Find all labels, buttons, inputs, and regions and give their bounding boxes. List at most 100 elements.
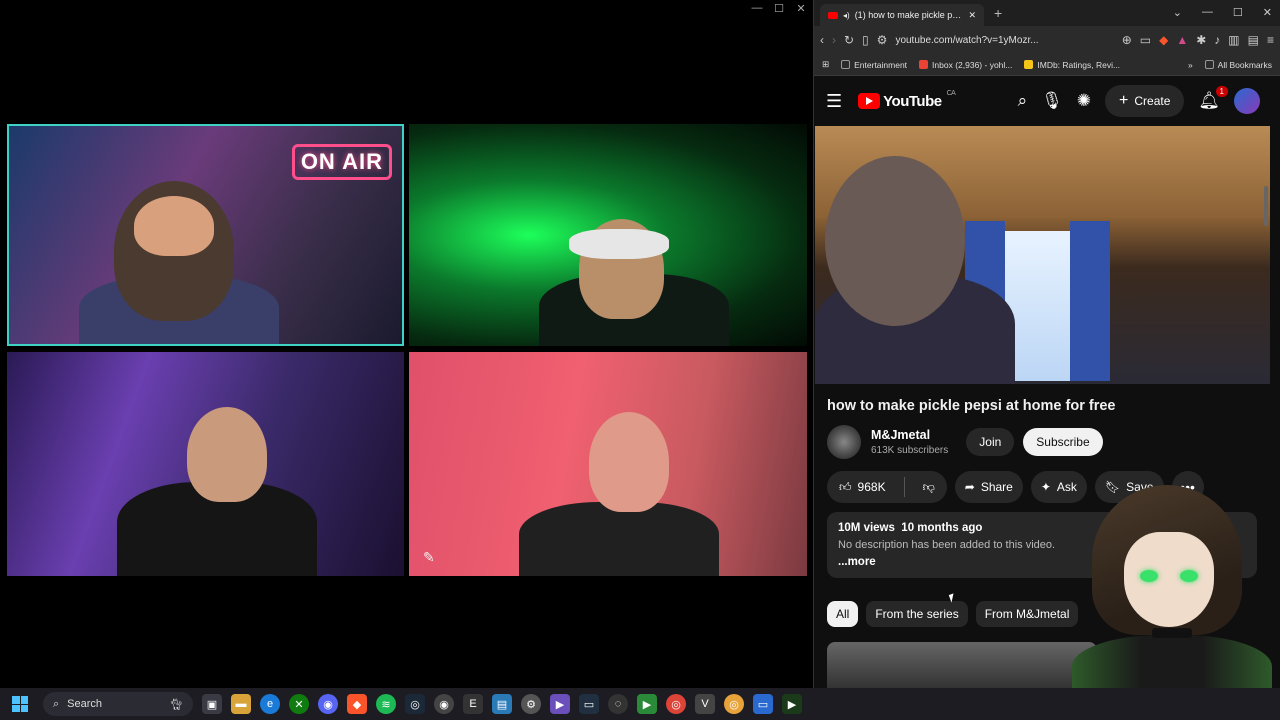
participant-tile-1[interactable]: ON AIR: [7, 124, 404, 346]
forward-icon[interactable]: ›: [832, 33, 836, 47]
youtube-logo[interactable]: YouTube CA: [858, 90, 956, 110]
bookmark-imdb[interactable]: IMDb: Ratings, Revi...: [1024, 60, 1120, 70]
thumbs-down-icon: 👎︎: [922, 479, 935, 494]
vtuber-body: [1072, 635, 1272, 688]
tab-bar: ◂) (1) how to make pickle pepsi ✕ + ⌄ — …: [814, 0, 1280, 26]
participant-3-head: [187, 407, 267, 502]
bookmark-icon[interactable]: ▯: [862, 33, 869, 47]
streamer-app-icon[interactable]: ▶: [782, 694, 802, 714]
epic-games-icon[interactable]: E: [463, 694, 483, 714]
microphone-icon[interactable]: 🎙︎: [1041, 91, 1063, 111]
spotify-icon[interactable]: ≋: [376, 694, 396, 714]
channel-name[interactable]: M&Jmetal: [871, 428, 948, 442]
hamburger-menu-icon[interactable]: ☰: [826, 91, 842, 112]
chip-from-the-series[interactable]: From the series: [866, 601, 968, 627]
apps-icon[interactable]: ⊞: [822, 59, 829, 70]
search-icon[interactable]: ⌕: [1018, 91, 1028, 111]
chip-all[interactable]: All: [827, 601, 859, 627]
thumbs-up-icon: 👍︎: [839, 479, 852, 494]
recommended-video-thumbnail[interactable]: [827, 642, 1097, 688]
avatar[interactable]: [1234, 88, 1260, 114]
participant-tile-2[interactable]: [409, 124, 807, 346]
tab-close-icon[interactable]: ✕: [968, 10, 976, 21]
zoom-icon[interactable]: ⊕: [1122, 33, 1132, 47]
brave-shield-icon[interactable]: ◆: [1159, 33, 1168, 47]
participant-tile-4[interactable]: ✎: [409, 352, 807, 576]
minimize-icon[interactable]: —: [1202, 6, 1213, 19]
dislike-button[interactable]: 👎︎: [911, 471, 947, 503]
discord-icon[interactable]: ◉: [318, 694, 338, 714]
browser-tab-active[interactable]: ◂) (1) how to make pickle pepsi ✕: [820, 4, 984, 26]
edge-icon[interactable]: e: [260, 694, 280, 714]
url-field[interactable]: youtube.com/watch?v=1yMozr...: [895, 35, 1113, 46]
chrome-icon[interactable]: ◎: [666, 694, 686, 714]
browser-window-controls: ⌄ — ☐ ✕: [1173, 6, 1272, 19]
video-editor-icon[interactable]: ▶: [550, 694, 570, 714]
join-button[interactable]: Join: [966, 428, 1015, 456]
folder-icon: [1204, 60, 1214, 69]
channel-avatar[interactable]: [827, 425, 861, 459]
subscribe-button[interactable]: Subscribe: [1023, 428, 1103, 456]
brave-icon[interactable]: ◆: [347, 694, 367, 714]
notifications-button[interactable]: 🔔︎ 1: [1198, 86, 1228, 111]
video-call-window: — ☐ ✕ ON AIR ✎: [0, 0, 813, 688]
notepad-icon[interactable]: ▤: [492, 694, 512, 714]
all-bookmarks[interactable]: All Bookmarks: [1204, 60, 1272, 70]
participant-1-face: [134, 196, 214, 256]
reload-icon[interactable]: ↻: [844, 33, 854, 47]
extensions-icon[interactable]: ✱: [1196, 33, 1206, 47]
menu-icon[interactable]: ≡: [1267, 33, 1274, 47]
app-window-icon[interactable]: ▭: [753, 694, 773, 714]
call-window-controls: — ☐ ✕: [751, 2, 807, 15]
steam-icon[interactable]: ◎: [405, 694, 425, 714]
site-info-icon[interactable]: ⚙: [877, 33, 888, 47]
close-icon[interactable]: ✕: [795, 2, 807, 15]
media-icon[interactable]: ♪: [1214, 33, 1220, 47]
participant-tile-3[interactable]: [7, 352, 404, 576]
scrollbar[interactable]: [1264, 186, 1268, 226]
youtube-play-icon: [858, 93, 881, 109]
vtuber-face: [1124, 532, 1214, 627]
minimize-icon[interactable]: —: [751, 2, 763, 15]
chrome-canary-icon[interactable]: ◎: [724, 694, 744, 714]
sidebar-icon[interactable]: ▥: [1228, 33, 1239, 47]
cast-icon[interactable]: ▭: [1140, 33, 1151, 47]
gemini-icon[interactable]: ✺: [1077, 91, 1091, 111]
create-button[interactable]: + Create: [1105, 85, 1185, 117]
new-tab-icon[interactable]: +: [994, 5, 1002, 21]
speaker-icon[interactable]: ◂): [843, 11, 850, 20]
youtube-header-actions: ⌕ 🎙︎ ✺ + Create 🔔︎ 1: [1018, 85, 1260, 117]
address-bar: ‹ › ↻ ▯ ⚙ youtube.com/watch?v=1yMozr... …: [814, 26, 1280, 54]
share-button[interactable]: ➦ Share: [954, 471, 1023, 503]
bookmark-entertainment[interactable]: Entertainment: [841, 60, 907, 70]
task-view-icon[interactable]: ▣: [202, 694, 222, 714]
file-explorer-icon[interactable]: ▬: [231, 694, 251, 714]
close-icon[interactable]: ✕: [1263, 6, 1272, 19]
back-icon[interactable]: ‹: [820, 33, 824, 47]
terminal-icon[interactable]: ▭: [579, 694, 599, 714]
media-player-icon[interactable]: ▶: [637, 694, 657, 714]
windows-start-icon[interactable]: [12, 696, 28, 712]
gmail-icon: [919, 60, 929, 69]
bookmarks-overflow-icon[interactable]: »: [1188, 60, 1193, 70]
like-button[interactable]: 👍︎ 968K: [827, 471, 898, 503]
vtuber-avatar-overlay: [1062, 480, 1280, 688]
maximize-icon[interactable]: ☐: [773, 2, 785, 15]
rewards-icon[interactable]: ▲: [1176, 33, 1188, 47]
vtube-studio-icon[interactable]: V: [695, 694, 715, 714]
obs-icon[interactable]: ◉: [434, 694, 454, 714]
participant-2-headset: [569, 229, 669, 259]
video-player[interactable]: [815, 126, 1270, 384]
taskbar-search[interactable]: ⌕ Search 🐈︎: [43, 692, 193, 716]
youtube-logo-text: YouTube: [883, 92, 942, 110]
maximize-icon[interactable]: ☐: [1233, 6, 1243, 19]
bookmark-label: IMDb: Ratings, Revi...: [1037, 59, 1121, 70]
tab-search-icon[interactable]: ⌄: [1173, 6, 1182, 19]
wallet-icon[interactable]: ▤: [1248, 33, 1259, 47]
like-dislike-group: 👍︎ 968K 👎︎: [827, 471, 947, 503]
settings-icon[interactable]: ⚙: [521, 694, 541, 714]
xbox-icon[interactable]: ✕: [289, 694, 309, 714]
streamdeck-icon[interactable]: ◌: [608, 694, 628, 714]
bookmark-gmail[interactable]: Inbox (2,936) - yohl...: [919, 60, 1012, 70]
onair-sign: ON AIR: [291, 144, 392, 180]
